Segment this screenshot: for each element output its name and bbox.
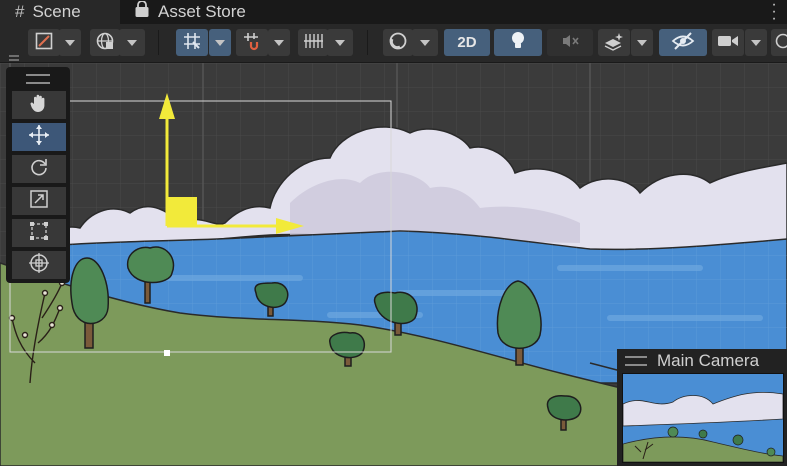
draw-mode-button[interactable] bbox=[28, 29, 60, 56]
toolbar-separator bbox=[367, 30, 368, 55]
grid-snap-dropdown[interactable] bbox=[209, 29, 231, 56]
increment-snap-dropdown[interactable] bbox=[268, 29, 290, 56]
effects-layers-icon bbox=[603, 31, 625, 54]
chevron-down-icon bbox=[335, 39, 345, 46]
mode-2d-label: 2D bbox=[457, 34, 477, 51]
tab-bar: # Scene Asset Store · · · bbox=[0, 0, 787, 27]
video-camera-icon bbox=[717, 33, 739, 52]
shopping-bag-icon bbox=[134, 0, 150, 23]
view-space-dropdown[interactable] bbox=[119, 29, 145, 56]
main-camera-preview: Main Camera bbox=[617, 349, 787, 466]
tab-scene-label: Scene bbox=[32, 2, 81, 21]
audio-toggle-button[interactable] bbox=[547, 29, 593, 56]
draw-mode-icon bbox=[34, 31, 54, 54]
tools-overlay bbox=[6, 67, 70, 283]
grid-visibility-dropdown[interactable] bbox=[327, 29, 353, 56]
draw-mode-dropdown[interactable] bbox=[59, 29, 81, 56]
gizmo-sphere-icon bbox=[775, 33, 787, 52]
lighting-toggle-button[interactable] bbox=[494, 29, 542, 56]
globe-icon bbox=[95, 31, 115, 54]
eye-slash-icon bbox=[671, 32, 695, 53]
rect-tool-button[interactable] bbox=[12, 219, 66, 247]
rect-transform-icon bbox=[28, 220, 50, 247]
gizmos-button[interactable] bbox=[771, 29, 787, 56]
shaded-sphere-icon bbox=[388, 31, 408, 54]
scale-icon bbox=[28, 188, 50, 215]
chevron-down-icon bbox=[637, 39, 647, 46]
scale-tool-button[interactable] bbox=[12, 187, 66, 215]
shading-mode-dropdown[interactable] bbox=[412, 29, 438, 56]
chevron-down-icon bbox=[420, 39, 430, 46]
rotate-icon bbox=[28, 156, 50, 183]
scene-visibility-button[interactable] bbox=[659, 29, 707, 56]
grid-snap-icon bbox=[182, 31, 202, 54]
grid-lines-icon bbox=[302, 32, 324, 53]
more-options-icon[interactable]: · · · bbox=[771, 0, 777, 27]
chevron-down-icon bbox=[274, 39, 284, 46]
camera-preview-image bbox=[622, 373, 784, 463]
panel-grip-icon[interactable] bbox=[625, 356, 647, 366]
camera-settings-dropdown[interactable] bbox=[745, 29, 767, 56]
camera-preview-header[interactable]: Main Camera bbox=[617, 349, 787, 373]
chevron-down-icon bbox=[127, 39, 137, 46]
hand-tool-button[interactable] bbox=[12, 91, 66, 119]
selection-handle[interactable] bbox=[164, 350, 170, 356]
tab-asset-store-label: Asset Store bbox=[158, 2, 246, 21]
chevron-down-icon bbox=[215, 39, 225, 46]
grid-snap-button[interactable] bbox=[176, 29, 208, 56]
move-tool-button[interactable] bbox=[12, 123, 66, 151]
transform-icon bbox=[27, 251, 51, 280]
mode-2d-button[interactable]: 2D bbox=[444, 29, 490, 56]
camera-settings-button[interactable] bbox=[712, 29, 744, 56]
panel-grip-icon[interactable] bbox=[26, 74, 50, 84]
hand-icon bbox=[28, 92, 50, 119]
shading-mode-button[interactable] bbox=[383, 29, 413, 56]
toolbar-separator bbox=[158, 30, 159, 55]
speaker-mute-icon bbox=[560, 32, 580, 53]
magnet-grid-icon bbox=[242, 31, 262, 54]
increment-snap-button[interactable] bbox=[236, 29, 268, 56]
transform-tool-button[interactable] bbox=[12, 251, 66, 279]
chevron-down-icon bbox=[751, 39, 761, 46]
scene-view-space-button[interactable] bbox=[90, 29, 120, 56]
camera-preview-title: Main Camera bbox=[657, 351, 760, 370]
chevron-down-icon bbox=[65, 39, 75, 46]
tab-asset-store[interactable]: Asset Store bbox=[122, 0, 282, 24]
tab-scene[interactable]: # Scene bbox=[0, 0, 120, 24]
grid-hash-icon: # bbox=[15, 2, 25, 21]
gizmo-plane-handle[interactable] bbox=[167, 197, 197, 226]
scene-toolbar: 2D bbox=[0, 24, 787, 67]
move-arrows-icon bbox=[27, 123, 51, 152]
effects-dropdown[interactable] bbox=[631, 29, 653, 56]
lightbulb-icon bbox=[510, 31, 526, 54]
grid-visibility-button[interactable] bbox=[298, 29, 328, 56]
effects-button[interactable] bbox=[598, 29, 630, 56]
rotate-tool-button[interactable] bbox=[12, 155, 66, 183]
